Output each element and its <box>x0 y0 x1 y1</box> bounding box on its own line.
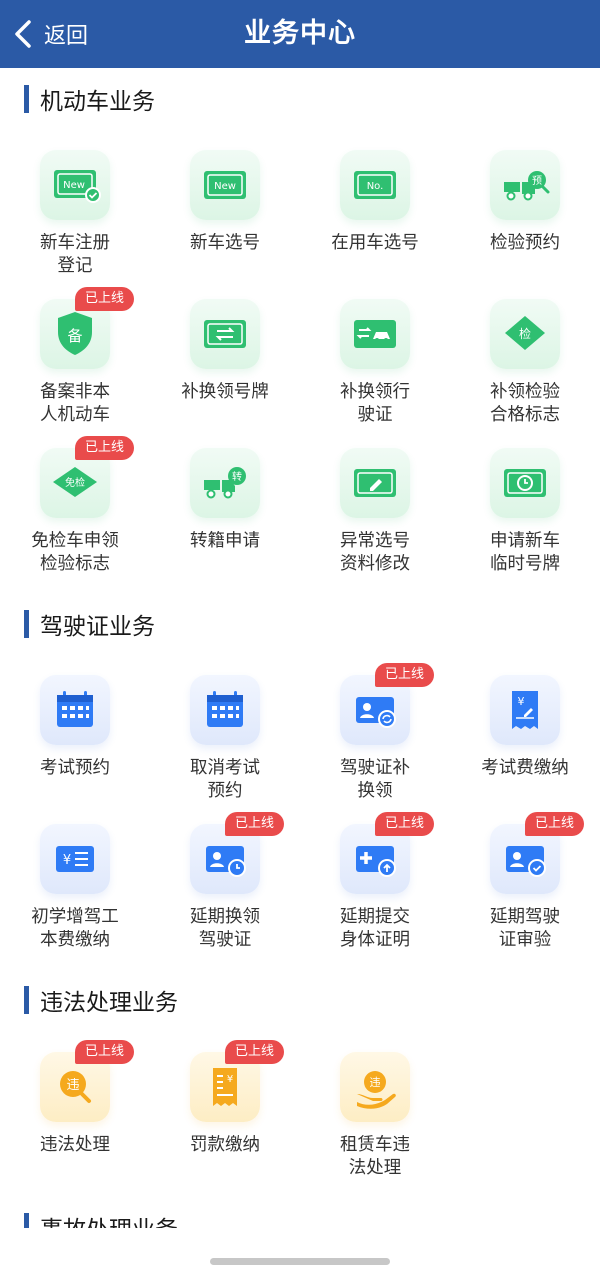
svg-text:免检: 免检 <box>65 476 85 489</box>
online-badge: 已上线 <box>375 663 435 687</box>
section-title: 违法处理业务 <box>40 990 178 1016</box>
section-title: 机动车业务 <box>40 89 155 115</box>
tile-replace-license[interactable]: 补换领行 驶证 <box>300 299 450 427</box>
tile-exam-booking[interactable]: 考试预约 <box>0 675 150 780</box>
chevron-left-icon <box>15 20 31 48</box>
calendar-cancel-icon <box>190 675 260 745</box>
section-vehicle: 机动车业务 <box>24 82 155 116</box>
tile-exam-fee[interactable]: ¥ 考试费缴纳 <box>450 675 600 780</box>
tile-label: 补换领行 驶证 <box>340 382 410 425</box>
tile-label: 转籍申请 <box>190 531 260 551</box>
tile-new-car-registration[interactable]: New 新车注册 登记 <box>0 150 150 278</box>
tile-replace-plate[interactable]: 补换领号牌 <box>150 299 300 404</box>
svg-text:¥: ¥ <box>227 1074 233 1085</box>
online-badge: 已上线 <box>225 812 285 836</box>
plate-edit-icon <box>340 448 410 518</box>
online-badge: 已上线 <box>75 1040 135 1064</box>
tile-label: 延期换领 驾驶证 <box>190 907 260 950</box>
tile-label: 初学增驾工 本费缴纳 <box>31 907 119 950</box>
tile-exempt-mark[interactable]: 免检 免检车申领 检验标志 已上线 <box>0 436 150 576</box>
tile-inspection-mark[interactable]: 检 补领检验 合格标志 <box>450 299 600 427</box>
tile-record-vehicle[interactable]: 备 备案非本 人机动车 已上线 <box>0 287 150 427</box>
svg-text:New: New <box>214 181 236 192</box>
tile-label: 检验预约 <box>490 233 560 253</box>
home-indicator[interactable] <box>210 1258 390 1265</box>
calendar-icon <box>40 675 110 745</box>
tile-delay-license-review[interactable]: 延期驾驶 证审验 已上线 <box>450 812 600 952</box>
online-badge: 已上线 <box>75 287 135 311</box>
tile-rental-violation[interactable]: 违 租赁车违 法处理 <box>300 1052 450 1180</box>
svg-text:New: New <box>63 180 85 191</box>
tile-used-car-number[interactable]: No. 在用车选号 <box>300 150 450 255</box>
yen-receipt-icon: ¥ <box>490 675 560 745</box>
tile-label: 取消考试 预约 <box>190 758 260 801</box>
tile-cancel-exam[interactable]: 取消考试 预约 <box>150 675 300 803</box>
tile-label: 免检车申领 检验标志 <box>31 531 119 574</box>
online-badge: 已上线 <box>375 812 435 836</box>
svg-text:违: 违 <box>370 1076 381 1089</box>
bottom-mask <box>0 1228 600 1276</box>
svg-text:检: 检 <box>519 326 531 341</box>
tile-delay-health-certificate[interactable]: 延期提交 身体证明 已上线 <box>300 812 450 952</box>
tile-inspection-booking[interactable]: 预 检验预约 <box>450 150 600 255</box>
tile-label: 新车选号 <box>190 233 260 253</box>
tile-delay-license-renewal[interactable]: 延期换领 驾驶证 已上线 <box>150 812 300 952</box>
tile-temp-plate[interactable]: 申请新车 临时号牌 <box>450 448 600 576</box>
tile-label: 考试费缴纳 <box>481 758 569 778</box>
svg-text:预: 预 <box>532 175 542 187</box>
tile-label: 补换领号牌 <box>181 382 269 402</box>
tile-label: 驾驶证补 换领 <box>340 758 410 801</box>
truck-transfer-icon: 转 <box>190 448 260 518</box>
section-license: 驾驶证业务 <box>24 607 155 641</box>
tile-label: 补领检验 合格标志 <box>490 382 560 425</box>
tile-label: 延期驾驶 证审验 <box>490 907 560 950</box>
section-marker <box>24 610 29 638</box>
online-badge: 已上线 <box>225 1040 285 1064</box>
section-marker <box>24 986 29 1014</box>
section-title: 驾驶证业务 <box>40 614 155 640</box>
tile-label: 租赁车违 法处理 <box>340 1135 410 1178</box>
tile-learner-fee[interactable]: ¥ 初学增驾工 本费缴纳 <box>0 824 150 952</box>
tile-label: 违法处理 <box>40 1135 110 1155</box>
tile-label: 备案非本 人机动车 <box>40 382 110 425</box>
tile-label: 申请新车 临时号牌 <box>490 531 560 574</box>
svg-text:¥: ¥ <box>518 695 525 708</box>
tile-fine-payment[interactable]: ¥ 罚款缴纳 已上线 <box>150 1040 300 1157</box>
back-button[interactable]: 返回 <box>12 14 88 54</box>
section-violation: 违法处理业务 <box>24 983 178 1017</box>
tile-abnormal-number-edit[interactable]: 异常选号 资料修改 <box>300 448 450 576</box>
online-badge: 已上线 <box>525 812 585 836</box>
yen-list-icon: ¥ <box>40 824 110 894</box>
back-label: 返回 <box>44 24 89 49</box>
svg-text:转: 转 <box>232 470 242 483</box>
svg-text:¥: ¥ <box>63 853 71 868</box>
temp-plate-icon <box>490 448 560 518</box>
page-title: 业务中心 <box>244 18 356 49</box>
tile-violation-handling[interactable]: 违 违法处理 已上线 <box>0 1040 150 1157</box>
tile-label: 异常选号 资料修改 <box>340 531 410 574</box>
tile-label: 新车注册 登记 <box>40 233 110 276</box>
new-plate-check-icon: New <box>40 150 110 220</box>
svg-text:违: 违 <box>66 1078 79 1093</box>
rental-violation-icon: 违 <box>340 1052 410 1122</box>
tile-label: 延期提交 身体证明 <box>340 907 410 950</box>
tile-label: 考试预约 <box>40 758 110 778</box>
svg-text:备: 备 <box>67 327 82 345</box>
inspection-mark-icon: 检 <box>490 299 560 369</box>
license-swap-icon <box>340 299 410 369</box>
online-badge: 已上线 <box>75 436 135 460</box>
new-plate-icon: New <box>190 150 260 220</box>
tile-new-car-number[interactable]: New 新车选号 <box>150 150 300 255</box>
tile-label: 在用车选号 <box>331 233 419 253</box>
tile-transfer[interactable]: 转 转籍申请 <box>150 448 300 553</box>
plate-swap-icon <box>190 299 260 369</box>
svg-text:No.: No. <box>367 181 384 192</box>
truck-search-icon: 预 <box>490 150 560 220</box>
section-marker <box>24 85 29 113</box>
tile-license-replace[interactable]: 驾驶证补 换领 已上线 <box>300 663 450 803</box>
number-plate-icon: No. <box>340 150 410 220</box>
top-bar: 返回 业务中心 <box>0 0 600 68</box>
tile-label: 罚款缴纳 <box>190 1135 260 1155</box>
